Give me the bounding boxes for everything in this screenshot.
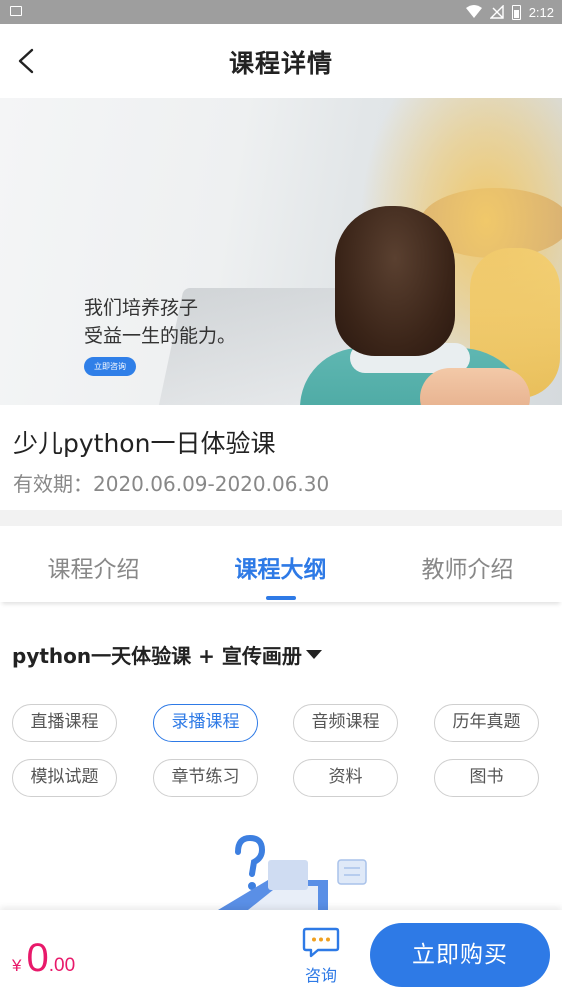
consult-label: 咨询 xyxy=(304,966,337,985)
price-currency: ¥ xyxy=(12,956,22,975)
consult-button[interactable]: 咨询 xyxy=(298,926,344,986)
tab-active-indicator xyxy=(266,596,296,600)
validity-range: 2020.06.09-2020.06.30 xyxy=(93,472,330,496)
banner-slogan-line2: 受益一生的能力。 xyxy=(84,325,237,347)
section-divider xyxy=(0,510,562,526)
chip-chapter-practice[interactable]: 章节练习 xyxy=(153,759,258,797)
page-title: 课程详情 xyxy=(228,49,333,78)
banner-slogan-line1: 我们培养孩子 xyxy=(84,297,199,319)
chat-bubble-icon xyxy=(302,927,340,958)
chip-books[interactable]: 图书 xyxy=(434,759,539,797)
chip-mock-exams[interactable]: 模拟试题 xyxy=(12,759,117,797)
caret-down-icon xyxy=(305,650,322,659)
course-title: 少儿python一日体验课 xyxy=(13,429,276,458)
price: ¥ 0 .00 xyxy=(12,936,75,981)
course-validity: 有效期：2020.06.09-2020.06.30 xyxy=(13,468,329,497)
battery-icon xyxy=(511,4,521,20)
outline-dropdown[interactable]: python一天体验课 + 宣传画册 xyxy=(12,640,322,669)
banner-child-head xyxy=(335,206,455,356)
chip-materials[interactable]: 资料 xyxy=(293,759,398,797)
price-integer: 0 xyxy=(26,936,49,980)
chip-live[interactable]: 直播课程 xyxy=(12,704,117,742)
banner-hand xyxy=(420,368,530,405)
tab-teacher[interactable]: 教师介绍 xyxy=(374,550,561,584)
validity-label: 有效期： xyxy=(13,472,93,496)
chip-audio[interactable]: 音频课程 xyxy=(293,704,398,742)
price-decimal: .00 xyxy=(48,955,76,976)
no-signal-icon xyxy=(489,5,504,19)
outline-heading: python一天体验课 + 宣传画册 xyxy=(12,644,302,668)
empty-state-illustration xyxy=(218,834,367,910)
bottom-action-bar: ¥ 0 .00 咨询 立即购买 xyxy=(0,910,562,999)
course-banner[interactable]: 我们培养孩子 受益一生的能力。 立即咨询 xyxy=(0,98,562,405)
tab-outline[interactable]: 课程大纲 xyxy=(187,550,374,584)
tab-intro[interactable]: 课程介绍 xyxy=(0,550,187,584)
status-bar: 2:12 xyxy=(0,0,562,24)
wifi-icon xyxy=(465,5,482,18)
chip-recorded[interactable]: 录播课程 xyxy=(153,704,258,742)
chip-past-exams[interactable]: 历年真题 xyxy=(434,704,539,742)
course-tabs: 课程介绍 课程大纲 教师介绍 xyxy=(0,526,562,602)
banner-consult-button[interactable]: 立即咨询 xyxy=(84,357,136,376)
status-time: 2:12 xyxy=(528,4,554,20)
banner-slogan: 我们培养孩子 受益一生的能力。 xyxy=(84,294,236,350)
app-header: 课程详情 xyxy=(0,24,562,98)
cast-icon xyxy=(10,6,22,16)
buy-now-button[interactable]: 立即购买 xyxy=(370,923,550,987)
